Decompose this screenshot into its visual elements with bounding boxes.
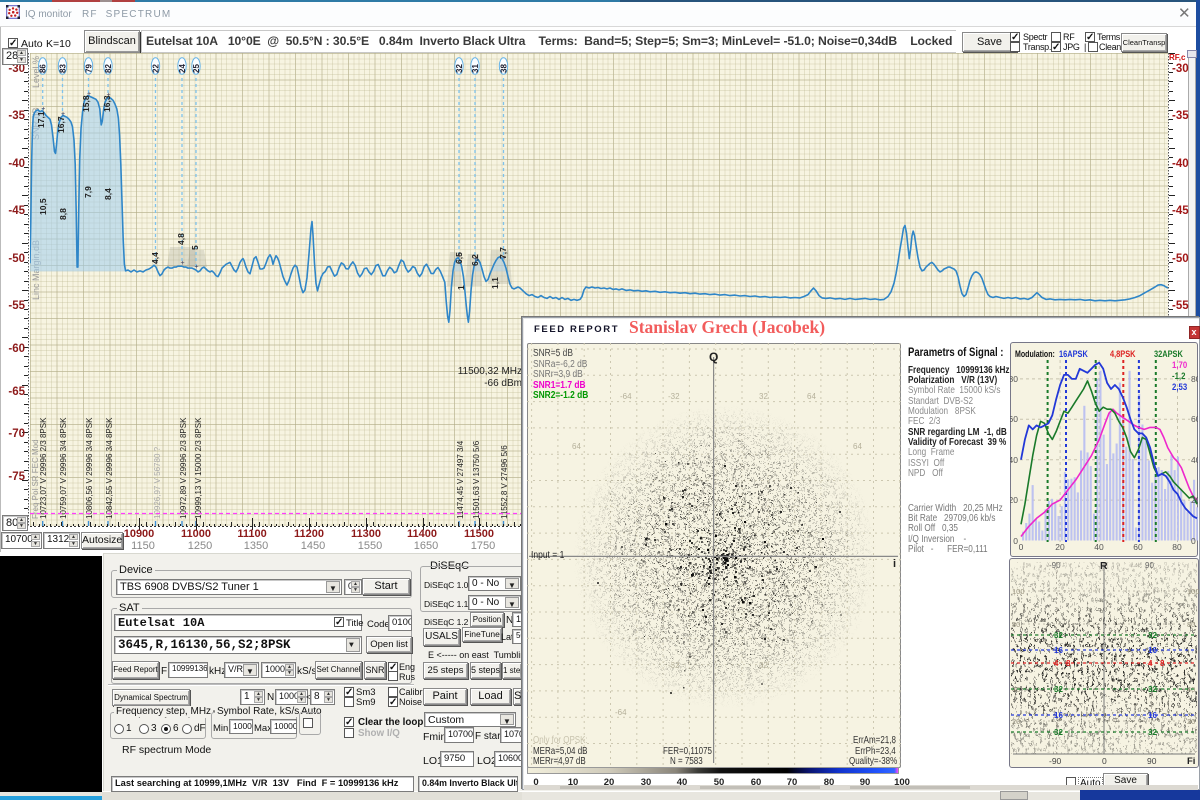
- svg-text:80: 80: [1187, 620, 1195, 629]
- svg-text:10806,56 V 29996 3/4 8PSK: 10806,56 V 29996 3/4 8PSK: [85, 417, 94, 519]
- svg-text:20: 20: [1012, 717, 1020, 726]
- svg-text:7,9: 7,9: [83, 186, 93, 198]
- svg-text:60: 60: [1010, 414, 1018, 424]
- svg-text:-64: -64: [615, 708, 627, 717]
- svg-text:6,5: 6,5: [454, 252, 464, 264]
- svg-text:4: 4: [1148, 659, 1153, 668]
- svg-text:100: 100: [1187, 587, 1199, 596]
- svg-text:0: 0: [1019, 542, 1024, 552]
- svg-text:32: 32: [1054, 631, 1063, 640]
- svg-text:32: 32: [1148, 728, 1157, 737]
- svg-text:4: 4: [1054, 659, 1059, 668]
- svg-text:40: 40: [1094, 542, 1104, 552]
- svg-text:10926,97 V 56780 ?: 10926,97 V 56780 ?: [153, 446, 162, 519]
- svg-text:32: 32: [455, 64, 464, 73]
- svg-text:31: 31: [471, 64, 480, 73]
- svg-text:10759,07 V 29996 3/4 8PSK: 10759,07 V 29996 3/4 8PSK: [59, 417, 68, 519]
- svg-text:24: 24: [178, 64, 187, 73]
- svg-text:32: 32: [1054, 685, 1063, 694]
- svg-text:90: 90: [1147, 756, 1157, 766]
- svg-text:10723,07 V 29996 2/3 8PSK: 10723,07 V 29996 2/3 8PSK: [39, 417, 48, 519]
- svg-text:32: 32: [759, 392, 768, 401]
- svg-text:64: 64: [853, 442, 862, 451]
- svg-text:17,1: 17,1: [36, 111, 46, 128]
- svg-text:11552,8 V 27496 5/6: 11552,8 V 27496 5/6: [500, 445, 509, 519]
- svg-text:11474,45 V 27497 3/4: 11474,45 V 27497 3/4: [456, 440, 465, 519]
- svg-text:40: 40: [1010, 455, 1018, 465]
- svg-text:80: 80: [1191, 374, 1198, 384]
- svg-text:16,7: 16,7: [56, 116, 66, 133]
- svg-text:79: 79: [85, 64, 94, 73]
- svg-text:16: 16: [1054, 646, 1063, 655]
- svg-text:32: 32: [1054, 728, 1063, 737]
- svg-text:20: 20: [1010, 495, 1018, 505]
- svg-text:11501,63 V 13750 5/6: 11501,63 V 13750 5/6: [472, 440, 481, 519]
- svg-text:16,3: 16,3: [102, 95, 112, 112]
- svg-text:25: 25: [192, 64, 201, 73]
- svg-text:80: 80: [1012, 620, 1020, 629]
- svg-text:-64: -64: [620, 392, 632, 401]
- svg-text:83: 83: [59, 64, 68, 73]
- svg-text:-90: -90: [1049, 561, 1061, 570]
- svg-text:20: 20: [1191, 495, 1198, 505]
- svg-text:15,8: 15,8: [81, 95, 91, 112]
- svg-text:16: 16: [1148, 711, 1157, 720]
- svg-text:100: 100: [1012, 587, 1025, 596]
- svg-text:64: 64: [572, 442, 581, 451]
- svg-text:Freq Pol SR FEC Mod: Freq Pol SR FEC Mod: [31, 439, 40, 519]
- svg-text:-90: -90: [1049, 756, 1062, 766]
- svg-text:20: 20: [1055, 542, 1065, 552]
- svg-text:0: 0: [1013, 536, 1018, 546]
- svg-text:32: 32: [1148, 631, 1157, 640]
- svg-text:0: 0: [1191, 536, 1196, 546]
- svg-text:8,4: 8,4: [103, 188, 113, 200]
- svg-text:64: 64: [807, 392, 816, 401]
- svg-text:90: 90: [1145, 561, 1154, 570]
- svg-text:10999,13 V 15000 2/3 8PSK: 10999,13 V 15000 2/3 8PSK: [194, 417, 203, 519]
- svg-text:10842,55 V 29996 3/4 8PSK: 10842,55 V 29996 3/4 8PSK: [105, 417, 114, 519]
- svg-text:10,5: 10,5: [38, 198, 48, 215]
- svg-text:86: 86: [39, 64, 48, 73]
- svg-text:16: 16: [1148, 646, 1157, 655]
- svg-text:Fi: Fi: [1187, 756, 1195, 767]
- svg-text:60: 60: [1133, 542, 1143, 552]
- svg-text:60: 60: [1191, 414, 1198, 424]
- svg-text:32: 32: [1148, 685, 1157, 694]
- svg-text:-32: -32: [668, 661, 680, 670]
- svg-text:82: 82: [104, 64, 113, 73]
- svg-text:Q: Q: [709, 350, 718, 364]
- svg-text:6,2: 6,2: [470, 254, 480, 266]
- svg-text:8: 8: [1066, 659, 1071, 668]
- svg-text:22: 22: [152, 64, 161, 73]
- svg-text:80: 80: [1172, 542, 1182, 552]
- svg-text:10972,89 V 29996 2/3 8PSK: 10972,89 V 29996 2/3 8PSK: [179, 417, 188, 519]
- svg-text:i: i: [893, 558, 896, 570]
- svg-text:0: 0: [1102, 756, 1107, 766]
- svg-text:4,4: 4,4: [150, 252, 160, 264]
- svg-text:1: 1: [456, 285, 466, 290]
- svg-text:80: 80: [1010, 374, 1018, 384]
- svg-text:5: 5: [190, 245, 200, 250]
- svg-text:8: 8: [1160, 659, 1165, 668]
- svg-text:7,7: 7,7: [498, 247, 508, 259]
- svg-text:4,8: 4,8: [176, 233, 186, 245]
- svg-text:16: 16: [1054, 711, 1063, 720]
- svg-text:+: +: [195, 264, 199, 271]
- svg-text:+: +: [181, 260, 185, 267]
- svg-text:32: 32: [759, 661, 768, 670]
- svg-text:38: 38: [500, 64, 509, 73]
- svg-text:8,8: 8,8: [58, 208, 68, 220]
- svg-text:R: R: [1100, 560, 1108, 572]
- svg-text:-32: -32: [668, 392, 680, 401]
- svg-text:20: 20: [1187, 717, 1195, 726]
- svg-text:40: 40: [1191, 455, 1198, 465]
- svg-text:1,1: 1,1: [490, 277, 500, 289]
